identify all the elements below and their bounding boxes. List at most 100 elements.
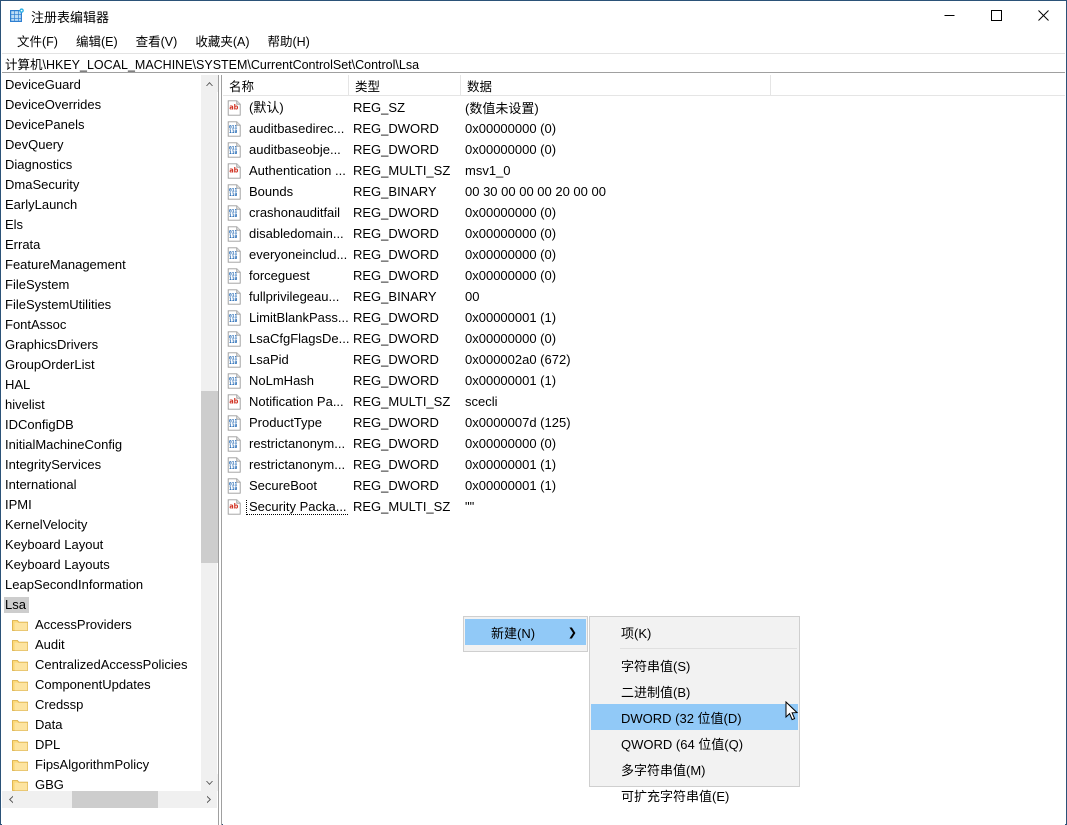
address-bar[interactable]: 计算机\HKEY_LOCAL_MACHINE\SYSTEM\CurrentCon… [2, 53, 1065, 73]
tree-item-centralizedaccesspolicies[interactable]: CentralizedAccessPolicies [2, 655, 200, 675]
menu-view[interactable]: 查看(V) [127, 29, 187, 53]
scroll-left-icon[interactable] [2, 791, 19, 808]
close-button[interactable] [1020, 1, 1066, 30]
tree-item-label: Audit [34, 637, 68, 653]
tree-item-graphicsdrivers[interactable]: GraphicsDrivers [2, 335, 200, 355]
tree-vscroll-thumb[interactable] [201, 391, 218, 563]
scroll-up-icon[interactable] [201, 75, 218, 92]
minimize-button[interactable] [926, 1, 972, 30]
context-menu-item-1[interactable]: 字符串值(S) [591, 652, 798, 678]
tree-item-devicepanels[interactable]: DevicePanels [2, 115, 200, 135]
tree-item-integrityservices[interactable]: IntegrityServices [2, 455, 200, 475]
tree-item-deviceoverrides[interactable]: DeviceOverrides [2, 95, 200, 115]
context-menu-item-4[interactable]: QWORD (64 位值(Q) [591, 730, 798, 756]
value-name-cell: 011110disabledomain... [227, 226, 346, 242]
tree-item-keyboard-layout[interactable]: Keyboard Layout [2, 535, 200, 555]
table-row[interactable]: abSecurity Packa...REG_MULTI_SZ"" [223, 496, 1065, 517]
tree-item-dpl[interactable]: DPL [2, 735, 200, 755]
value-name-label: fullprivilegeau... [247, 289, 341, 304]
binary-value-icon: 011110 [227, 121, 242, 137]
tree-item-fipsalgorithmpolicy[interactable]: FipsAlgorithmPolicy [2, 755, 200, 775]
table-row[interactable]: 011110ProductTypeREG_DWORD0x0000007d (12… [223, 412, 1065, 433]
table-row[interactable]: 011110BoundsREG_BINARY00 30 00 00 00 20 … [223, 181, 1065, 202]
scroll-down-icon[interactable] [201, 774, 218, 791]
tree-item-diagnostics[interactable]: Diagnostics [2, 155, 200, 175]
column-header-name[interactable]: 名称 [223, 75, 349, 95]
tree-item-ipmi[interactable]: IPMI [2, 495, 200, 515]
context-menu-item-5[interactable]: 多字符串值(M) [591, 756, 798, 782]
tree-item-devquery[interactable]: DevQuery [2, 135, 200, 155]
table-row[interactable]: 011110NoLmHashREG_DWORD0x00000001 (1) [223, 370, 1065, 391]
table-row[interactable]: 011110LsaPidREG_DWORD0x000002a0 (672) [223, 349, 1065, 370]
value-type-cell: REG_DWORD [353, 247, 439, 262]
tree-item-filesystemutilities[interactable]: FileSystemUtilities [2, 295, 200, 315]
tree-vertical-scrollbar[interactable] [200, 75, 217, 791]
tree-hscroll-thumb[interactable] [72, 791, 158, 808]
tree-item-featuremanagement[interactable]: FeatureManagement [2, 255, 200, 275]
binary-value-icon: 011110 [227, 205, 242, 221]
tree-item-data[interactable]: Data [2, 715, 200, 735]
menu-edit[interactable]: 编辑(E) [67, 29, 127, 53]
tree-item-grouporderlist[interactable]: GroupOrderList [2, 355, 200, 375]
tree-item-label: Keyboard Layouts [4, 557, 113, 573]
tree-item-dmasecurity[interactable]: DmaSecurity [2, 175, 200, 195]
tree-horizontal-scrollbar[interactable] [2, 791, 217, 808]
tree-item-label: HAL [4, 377, 33, 393]
registry-tree-pane: DeviceGuard DeviceOverridesDevicePanelsDe… [2, 75, 218, 825]
value-name-cell: abAuthentication ... [227, 163, 348, 179]
table-row[interactable]: 011110disabledomain...REG_DWORD0x0000000… [223, 223, 1065, 244]
maximize-button[interactable] [973, 1, 1019, 30]
table-row[interactable]: 011110crashonauditfailREG_DWORD0x0000000… [223, 202, 1065, 223]
table-row[interactable]: abAuthentication ...REG_MULTI_SZmsv1_0 [223, 160, 1065, 181]
menu-file[interactable]: 文件(F) [8, 29, 67, 53]
context-menu-item-new[interactable]: 新建(N) ❯ [465, 619, 586, 645]
table-row[interactable]: 011110restrictanonym...REG_DWORD0x000000… [223, 433, 1065, 454]
tree-item-idconfigdb[interactable]: IDConfigDB [2, 415, 200, 435]
tree-item-label: DeviceGuard [4, 77, 84, 93]
tree-item-initialmachineconfig[interactable]: InitialMachineConfig [2, 435, 200, 455]
pane-splitter[interactable] [218, 75, 222, 825]
table-row[interactable]: 011110restrictanonym...REG_DWORD0x000000… [223, 454, 1065, 475]
table-row[interactable]: abNotification Pa...REG_MULTI_SZscecli [223, 391, 1065, 412]
context-menu-item-0[interactable]: 项(K) [591, 619, 798, 645]
value-data-cell: 0x00000001 (1) [465, 457, 556, 472]
context-menu-item-6[interactable]: 可扩充字符串值(E) [591, 782, 798, 808]
value-data-cell: 0x00000000 (0) [465, 331, 556, 346]
table-row[interactable]: 011110fullprivilegeau...REG_BINARY00 [223, 286, 1065, 307]
tree-item-kernelvelocity[interactable]: KernelVelocity [2, 515, 200, 535]
tree-item-international[interactable]: International [2, 475, 200, 495]
tree-item-errata[interactable]: Errata [2, 235, 200, 255]
tree-item-hal[interactable]: HAL [2, 375, 200, 395]
table-row[interactable]: 011110auditbasedirec...REG_DWORD0x000000… [223, 118, 1065, 139]
table-row[interactable]: 011110everyoneinclud...REG_DWORD0x000000… [223, 244, 1065, 265]
tree-item-els[interactable]: Els [2, 215, 200, 235]
menu-help[interactable]: 帮助(H) [258, 29, 318, 53]
tree-item-componentupdates[interactable]: ComponentUpdates [2, 675, 200, 695]
tree-item-credssp[interactable]: Credssp [2, 695, 200, 715]
tree-item-fontassoc[interactable]: FontAssoc [2, 315, 200, 335]
table-row[interactable]: ab(默认)REG_SZ(数值未设置) [223, 97, 1065, 118]
table-row[interactable]: 011110forceguestREG_DWORD0x00000000 (0) [223, 265, 1065, 286]
tree-item-hivelist[interactable]: hivelist [2, 395, 200, 415]
context-menu-item-3[interactable]: DWORD (32 位值(D) [591, 704, 798, 730]
tree-item-lsa[interactable]: Lsa [2, 595, 200, 615]
scroll-right-icon[interactable] [200, 791, 217, 808]
folder-icon [12, 738, 28, 752]
tree-item-deviceguard[interactable]: DeviceGuard [2, 75, 200, 95]
table-row[interactable]: 011110auditbaseobje...REG_DWORD0x0000000… [223, 139, 1065, 160]
menu-favorites[interactable]: 收藏夹(A) [186, 29, 258, 53]
table-row[interactable]: 011110SecureBootREG_DWORD0x00000001 (1) [223, 475, 1065, 496]
tree-item-leapsecondinformation[interactable]: LeapSecondInformation [2, 575, 200, 595]
binary-value-icon: 011110 [227, 415, 242, 431]
table-row[interactable]: 011110LimitBlankPass...REG_DWORD0x000000… [223, 307, 1065, 328]
table-row[interactable]: 011110LsaCfgFlagsDe...REG_DWORD0x0000000… [223, 328, 1065, 349]
column-header-type[interactable]: 类型 [349, 75, 461, 95]
value-name-label: auditbaseobje... [247, 142, 343, 157]
column-header-data[interactable]: 数据 [461, 75, 771, 95]
context-menu-item-2[interactable]: 二进制值(B) [591, 678, 798, 704]
tree-item-audit[interactable]: Audit [2, 635, 200, 655]
tree-item-accessproviders[interactable]: AccessProviders [2, 615, 200, 635]
tree-item-filesystem[interactable]: FileSystem [2, 275, 200, 295]
tree-item-earlylaunch[interactable]: EarlyLaunch [2, 195, 200, 215]
tree-item-keyboard-layouts[interactable]: Keyboard Layouts [2, 555, 200, 575]
